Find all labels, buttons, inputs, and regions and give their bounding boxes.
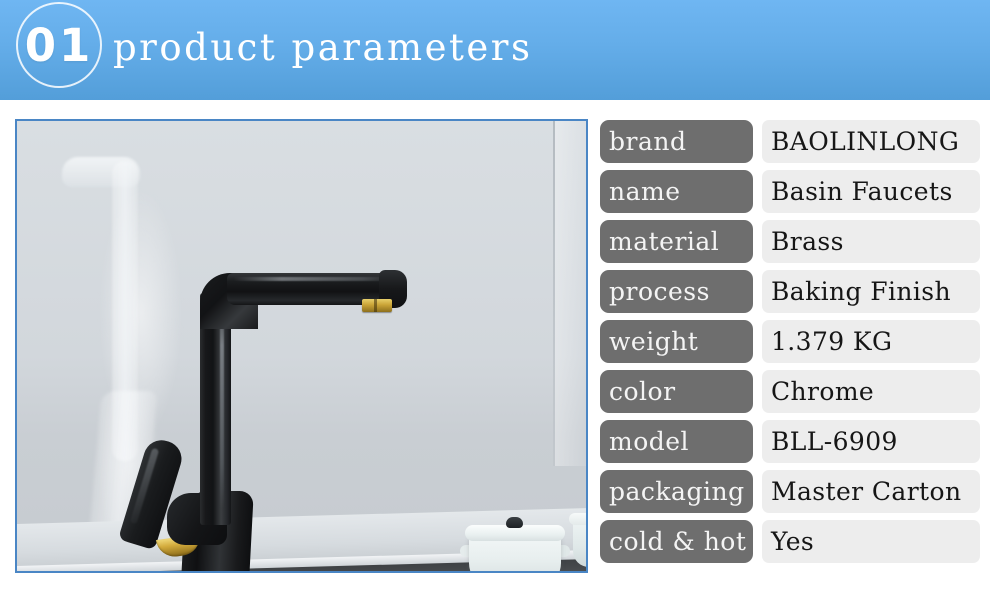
faucet-gold-aerator <box>362 299 392 312</box>
table-row: packaging Master Carton <box>600 470 980 513</box>
table-row: name Basin Faucets <box>600 170 980 213</box>
wall-panel-highlight <box>555 121 586 466</box>
param-label-brand: brand <box>600 120 753 163</box>
ceramic-pot-knob <box>506 517 523 528</box>
product-photo <box>15 119 588 573</box>
param-value-cold-and-hot: Yes <box>762 520 980 563</box>
param-value-process: Baking Finish <box>762 270 980 313</box>
param-value-weight: 1.379 KG <box>762 320 980 363</box>
ceramic-pot-secondary-lid <box>569 513 586 525</box>
table-row: color Chrome <box>600 370 980 413</box>
param-value-name: Basin Faucets <box>762 170 980 213</box>
parameters-table: brand BAOLINLONG name Basin Faucets mate… <box>600 120 980 570</box>
table-row: weight 1.379 KG <box>600 320 980 363</box>
param-label-color: color <box>600 370 753 413</box>
section-header: 01 product parameters <box>0 0 990 100</box>
param-label-process: process <box>600 270 753 313</box>
param-label-model: model <box>600 420 753 463</box>
table-row: cold & hot Yes <box>600 520 980 563</box>
section-number-text: 01 <box>24 18 94 72</box>
product-parameters-page: 01 product parameters brand BAOLINLONG n… <box>0 0 990 605</box>
table-row: process Baking Finish <box>600 270 980 313</box>
table-row: model BLL-6909 <box>600 420 980 463</box>
param-label-material: material <box>600 220 753 263</box>
photo-background-wall <box>17 121 586 571</box>
param-value-color: Chrome <box>762 370 980 413</box>
param-value-material: Brass <box>762 220 980 263</box>
param-label-packaging: packaging <box>600 470 753 513</box>
param-value-brand: BAOLINLONG <box>762 120 980 163</box>
table-row: brand BAOLINLONG <box>600 120 980 163</box>
param-value-model: BLL-6909 <box>762 420 980 463</box>
wall-panel-seam <box>553 121 555 466</box>
table-row: material Brass <box>600 220 980 263</box>
param-value-packaging: Master Carton <box>762 470 980 513</box>
param-label-cold-and-hot: cold & hot <box>600 520 753 563</box>
faucet-column-highlight <box>220 299 224 509</box>
faucet-spout-highlight <box>233 277 395 281</box>
ceramic-pot-secondary <box>573 519 586 567</box>
param-label-name: name <box>600 170 753 213</box>
section-number-badge: 01 <box>16 2 102 88</box>
faucet-aerator-groove <box>374 299 377 312</box>
param-label-weight: weight <box>600 320 753 363</box>
page-title: product parameters <box>113 26 533 69</box>
